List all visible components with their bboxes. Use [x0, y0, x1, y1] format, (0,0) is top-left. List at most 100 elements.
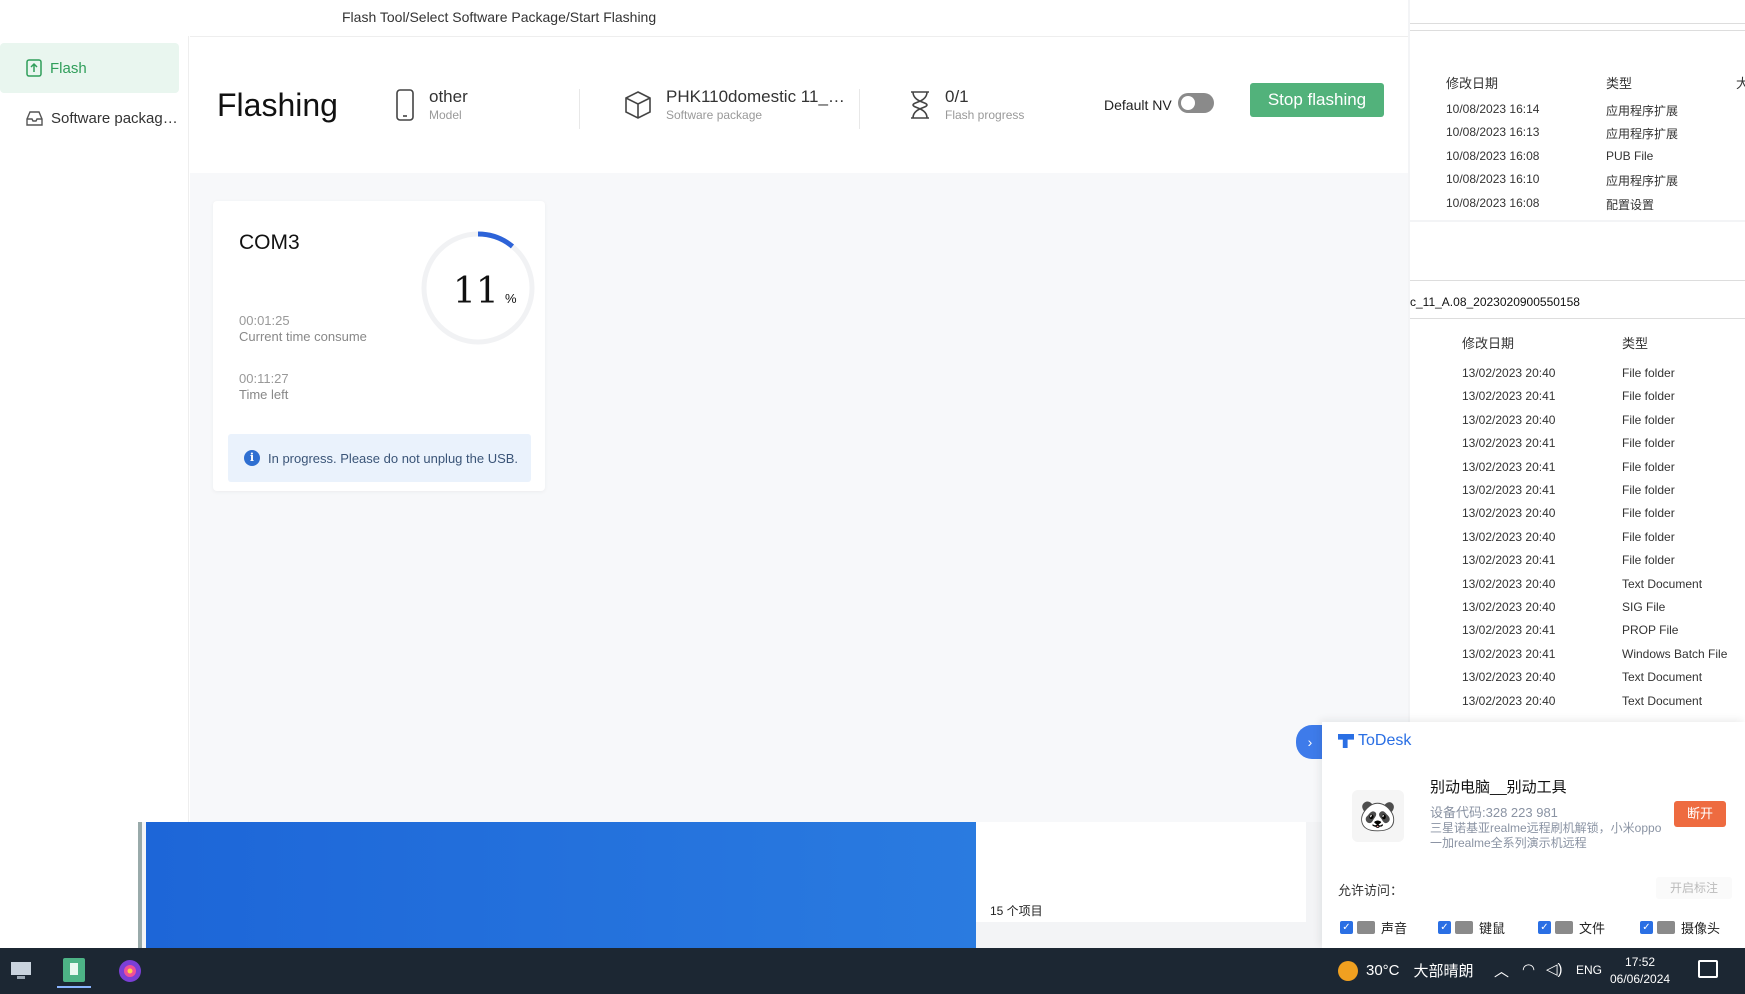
phone-icon [396, 89, 414, 121]
allow-access-label: 允许访问： [1338, 883, 1404, 898]
file-row-type[interactable]: 应用程序扩展 [1606, 125, 1678, 142]
file-row-date[interactable]: 13/02/2023 20:41 [1462, 389, 1555, 403]
file-row-type[interactable]: File folder [1622, 413, 1675, 427]
sidebar-item-flash[interactable]: Flash [0, 43, 179, 93]
model-label: Model [429, 108, 462, 122]
default-nv-label: Default NV [1104, 97, 1172, 113]
checkbox-icon[interactable]: ✓ [1538, 921, 1551, 934]
file-row-date[interactable]: 13/02/2023 20:41 [1462, 483, 1555, 497]
file-row-date[interactable]: 10/08/2023 16:10 [1446, 172, 1539, 186]
file-row-date[interactable]: 13/02/2023 20:40 [1462, 413, 1555, 427]
file-row-date[interactable]: 13/02/2023 20:40 [1462, 530, 1555, 544]
column-header-type[interactable]: 类型 [1606, 73, 1632, 92]
checkbox-icon[interactable]: ✓ [1438, 921, 1451, 934]
default-nv-toggle[interactable] [1178, 93, 1214, 113]
column-header-type[interactable]: 类型 [1622, 333, 1648, 352]
explorer-status-bar: 15 个项目 [976, 822, 1306, 922]
sidebar-item-label: Flash [50, 59, 87, 77]
device-area: COM3 00:01:25 Current time consume 00:11… [190, 173, 1408, 822]
annotation-button[interactable]: 开启标注 [1656, 877, 1732, 899]
todesk-collapse-button[interactable]: › [1296, 725, 1324, 759]
permission-files[interactable]: ✓ 文件 [1538, 918, 1605, 937]
elapsed-time-label: Current time consume [239, 329, 367, 344]
page-title: Flashing [217, 87, 338, 123]
file-row-type[interactable]: Windows Batch File [1622, 647, 1727, 661]
taskbar-weather[interactable]: 30°C 大部晴朗 [1338, 960, 1488, 981]
file-row-type[interactable]: PROP File [1622, 623, 1678, 637]
file-row-date[interactable]: 10/08/2023 16:08 [1446, 149, 1539, 163]
file-row-type[interactable]: 配置设置 [1606, 196, 1654, 213]
volume-icon[interactable]: ◁) [1546, 960, 1563, 978]
file-row-type[interactable]: File folder [1622, 553, 1675, 567]
progress-percent: 11 [453, 271, 499, 312]
checkbox-icon[interactable]: ✓ [1640, 921, 1653, 934]
file-row-type[interactable]: File folder [1622, 366, 1675, 380]
file-row-date[interactable]: 13/02/2023 20:41 [1462, 647, 1555, 661]
file-row-date[interactable]: 13/02/2023 20:41 [1462, 460, 1555, 474]
taskbar-app-computer[interactable] [4, 954, 38, 988]
file-row-date[interactable]: 13/02/2023 20:41 [1462, 623, 1555, 637]
desktop-panel [0, 822, 142, 948]
file-row-type[interactable]: 应用程序扩展 [1606, 172, 1678, 189]
item-count: 15 个项目 [990, 904, 1043, 918]
permission-label: 键鼠 [1479, 921, 1506, 936]
permission-camera[interactable]: ✓ 摄像头 [1640, 918, 1720, 937]
time-left-label: Time left [239, 387, 289, 402]
file-row-date[interactable]: 13/02/2023 20:40 [1462, 366, 1555, 380]
file-row-date[interactable]: 13/02/2023 20:40 [1462, 694, 1555, 708]
wifi-icon[interactable]: ◠ [1522, 960, 1535, 978]
notification-icon[interactable] [1698, 960, 1718, 978]
file-row-date[interactable]: 13/02/2023 20:40 [1462, 577, 1555, 591]
file-row-type[interactable]: Text Document [1622, 694, 1702, 708]
file-row-date[interactable]: 13/02/2023 20:41 [1462, 436, 1555, 450]
input-language[interactable]: ENG [1576, 963, 1602, 977]
file-row-date[interactable]: 13/02/2023 20:40 [1462, 506, 1555, 520]
taskbar-app-flash-tool[interactable] [57, 954, 91, 988]
colorful-app-icon [119, 960, 141, 982]
file-row-type[interactable]: Text Document [1622, 670, 1702, 684]
avatar: 🐼 [1352, 790, 1404, 842]
taskbar-app-todesk[interactable] [113, 954, 147, 988]
file-row-date[interactable]: 10/08/2023 16:14 [1446, 102, 1539, 116]
file-explorer-top: 修改日期 类型 大 10/08/2023 16:14 应用程序扩展 10/08/20… [1410, 0, 1745, 220]
column-header-date[interactable]: 修改日期 [1462, 333, 1514, 352]
file-row-type[interactable]: PUB File [1606, 149, 1653, 163]
divider [1410, 30, 1745, 31]
file-row-type[interactable]: 应用程序扩展 [1606, 102, 1678, 119]
file-row-date[interactable]: 13/02/2023 20:40 [1462, 600, 1555, 614]
divider [859, 89, 860, 129]
stop-flashing-button[interactable]: Stop flashing [1250, 83, 1384, 117]
clock-time: 17:52 [1625, 955, 1656, 969]
column-header-date[interactable]: 修改日期 [1446, 73, 1498, 92]
todesk-brand-label: ToDesk [1358, 732, 1412, 749]
file-row-type[interactable]: SIG File [1622, 600, 1665, 614]
file-row-date[interactable]: 10/08/2023 16:13 [1446, 125, 1539, 139]
file-row-date[interactable]: 13/02/2023 20:40 [1462, 670, 1555, 684]
taskbar-clock[interactable]: 17:52 06/06/2024 [1610, 954, 1670, 988]
chevron-up-icon[interactable]: ︿ [1494, 960, 1509, 981]
permission-keyboard-mouse[interactable]: ✓ 键鼠 [1438, 918, 1505, 937]
permission-sound[interactable]: ✓ 声音 [1340, 918, 1407, 937]
divider [579, 89, 580, 129]
camera-icon [1657, 921, 1675, 934]
todesk-brand: ToDesk [1338, 732, 1411, 750]
sidebar-item-software-package[interactable]: Software packag… [0, 93, 179, 143]
file-row-date[interactable]: 13/02/2023 20:41 [1462, 553, 1555, 567]
time-left-value: 00:11:27 [239, 371, 289, 386]
file-row-type[interactable]: File folder [1622, 530, 1675, 544]
sidebar: Flash Software packag… [0, 36, 189, 822]
file-row-type[interactable]: File folder [1622, 483, 1675, 497]
flash-upload-icon [26, 59, 42, 77]
percent-sign: % [505, 291, 517, 306]
file-row-type[interactable]: Text Document [1622, 577, 1702, 591]
permission-label: 声音 [1381, 921, 1408, 936]
file-row-type[interactable]: File folder [1622, 460, 1675, 474]
checkbox-icon[interactable]: ✓ [1340, 921, 1353, 934]
file-row-type[interactable]: File folder [1622, 506, 1675, 520]
model-info: other Model [395, 87, 468, 123]
file-row-type[interactable]: File folder [1622, 389, 1675, 403]
disconnect-button[interactable]: 断开 [1674, 801, 1726, 827]
column-header-size[interactable]: 大 [1736, 73, 1745, 92]
file-row-type[interactable]: File folder [1622, 436, 1675, 450]
file-row-date[interactable]: 10/08/2023 16:08 [1446, 196, 1539, 210]
